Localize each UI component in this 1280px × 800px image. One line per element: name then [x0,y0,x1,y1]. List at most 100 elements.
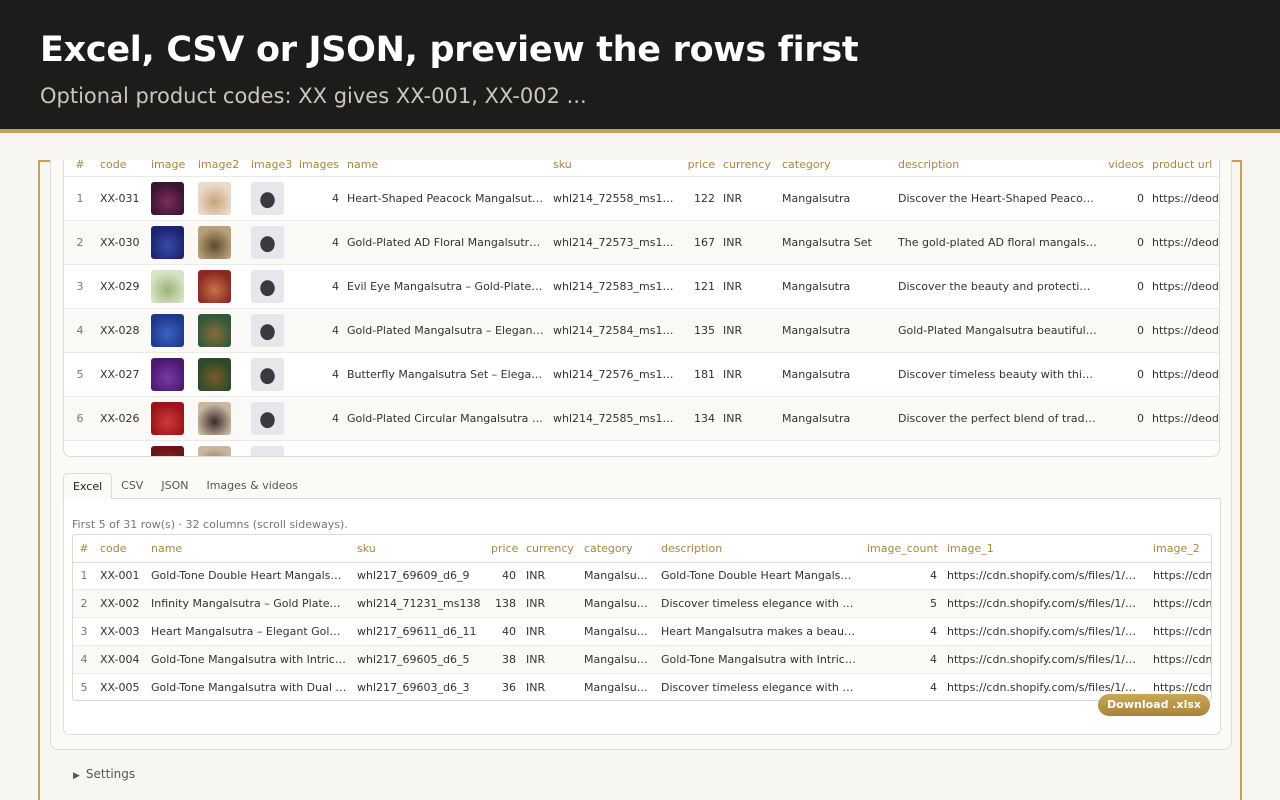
product-thumbnail[interactable] [198,181,231,215]
page-header: Excel, CSV or JSON, preview the rows fir… [0,0,1280,133]
cell-name: Gold-Plated Circular Mangalsutra – E... [343,395,549,440]
cell-idx: 4 [64,307,96,352]
cell-currency: INR [521,673,579,700]
product-thumbnail[interactable] [198,225,231,259]
cell-idx: 5 [64,351,96,396]
column-header: name [343,160,549,176]
table-row[interactable]: 5 XX-027 4 Butterfly Mangalsutra Set – Eleg… [64,351,1219,396]
product-thumbnail[interactable] [198,401,231,435]
cell-price: 40 [486,562,521,591]
table-row[interactable] [64,439,1219,456]
cell-name: Gold-Tone Double Heart Mangalsutr... [146,562,352,591]
download-xlsx-button[interactable]: Download .xlsx [1098,694,1210,716]
product-thumbnail[interactable] [251,225,284,259]
cell-currency: INR [719,351,778,396]
cell-name: Gold-Tone Mangalsutra with Dual Pe... [146,673,352,700]
cell-thumbnail [147,263,194,308]
column-header: name [146,535,352,563]
cell-category: Mangalsutra [579,562,656,591]
column-header: product url [1148,160,1219,176]
cell-image-1: https://cdn.shopify.com/s/files/1/07... [942,645,1148,674]
product-thumbnail[interactable] [251,357,284,391]
table-row[interactable]: 4 XX-004 Gold-Tone Mangalsutra with Intric… [73,645,1211,674]
product-thumbnail[interactable] [198,357,231,391]
cell-price: 122 [679,175,719,220]
product-thumbnail[interactable] [151,269,184,303]
cell-idx: 6 [64,395,96,440]
cell-image-2: https://cdn.s [1148,617,1211,646]
tab-excel[interactable]: Excel [63,473,113,500]
cell-sku: whl214_72573_ms115 [549,219,679,264]
product-thumbnail[interactable] [151,313,184,347]
product-thumbnail[interactable] [251,313,284,347]
cell-currency: INR [719,307,778,352]
cell-thumbnail [194,395,247,440]
product-thumbnail[interactable] [198,445,231,456]
settings-toggle[interactable]: ▶ Settings [73,767,135,781]
cell-thumbnail [147,395,194,440]
cell-sku: whl217_69609_d6_9 [352,562,486,591]
table-row[interactable]: 1 XX-031 4 Heart-Shaped Peacock Mangalsutra… [64,175,1219,220]
cell-idx: 1 [64,175,96,220]
product-thumbnail[interactable] [198,313,231,347]
cell-code: XX-003 [95,617,146,646]
cell-thumbnail [247,351,295,396]
cell-videos: 0 [1101,395,1148,440]
cell-currency: INR [719,263,778,308]
product-thumbnail[interactable] [251,269,284,303]
table-row[interactable]: 2 XX-002 Infinity Mangalsutra – Gold Plate… [73,589,1211,619]
cell-category: Mangalsutra [579,673,656,700]
table-row[interactable]: 3 XX-029 4 Evil Eye Mangalsutra – Gold-Plat… [64,263,1219,308]
cell-name: Infinity Mangalsutra – Gold Plated wi... [146,589,352,619]
cell-url: https://deoda [1148,175,1219,220]
format-tabs: Excel CSV JSON Images & videos [63,473,1221,500]
table-row[interactable]: 2 XX-030 4 Gold-Plated AD Floral Mangalsutr… [64,219,1219,264]
cell-thumbnail [147,351,194,396]
product-thumbnail[interactable] [251,401,284,435]
tab-csv[interactable]: CSV [112,473,152,499]
cell-thumbnail [247,263,295,308]
tab-images-videos[interactable]: Images & videos [197,473,307,499]
products-preview[interactable]: # code image image2 image3 images name sku price… [63,160,1220,457]
product-thumbnail[interactable] [151,181,184,215]
table-row[interactable]: 1 XX-001 Gold-Tone Double Heart Mangalsutr… [73,562,1211,591]
cell-thumbnail [194,219,247,264]
cell-description: Heart Mangalsutra makes a beautiful... [656,617,862,646]
cell-sku: whl214_72583_ms125 [549,263,679,308]
cell-image-1: https://cdn.shopify.com/s/files/1/07... [942,617,1148,646]
cell-sku [549,439,679,456]
cell-category: Mangalsutra [778,307,894,352]
cell-url: https://deoda [1148,263,1219,308]
product-thumbnail[interactable] [151,225,184,259]
tab-json[interactable]: JSON [152,473,197,499]
cell-url: https://deoda [1148,307,1219,352]
product-thumbnail[interactable] [151,357,184,391]
cell-category: Mangalsutra [579,589,656,619]
product-thumbnail[interactable] [151,445,184,456]
product-thumbnail[interactable] [151,401,184,435]
settings-label: Settings [85,767,136,781]
product-thumbnail[interactable] [251,445,284,456]
excel-grid[interactable]: # code name sku price currency category descrip… [72,534,1212,701]
cell-sku: whl214_72576_ms118 [549,351,679,396]
cell-code: XX-027 [96,351,147,396]
table-row[interactable]: 4 XX-028 4 Gold-Plated Mangalsutra – Elegan… [64,307,1219,352]
cell-image-count: 5 [862,589,942,619]
product-thumbnail[interactable] [198,269,231,303]
cell-price: 38 [486,645,521,674]
cell-code: XX-031 [96,175,147,220]
excel-table: # code name sku price currency category descrip… [73,535,1211,700]
table-row[interactable]: 5 XX-005 Gold-Tone Mangalsutra with Dual P… [73,673,1211,700]
cell-videos: 0 [1101,263,1148,308]
cell-category: Mangalsutra [579,645,656,674]
excel-summary: First 5 of 31 row(s) · 32 columns (scrol… [72,518,348,531]
column-header: price [679,160,719,176]
table-row[interactable]: 3 XX-003 Heart Mangalsutra – Elegant Gold-… [73,617,1211,646]
cell-thumbnail [194,351,247,396]
product-thumbnail[interactable] [251,181,284,215]
table-row[interactable]: 6 XX-026 4 Gold-Plated Circular Mangalsutra… [64,395,1219,440]
cell-currency: INR [521,589,579,619]
cell-idx: 5 [73,673,95,700]
cell-url: https://deoda [1148,219,1219,264]
cell-sku: whl214_72558_ms101 [549,175,679,220]
